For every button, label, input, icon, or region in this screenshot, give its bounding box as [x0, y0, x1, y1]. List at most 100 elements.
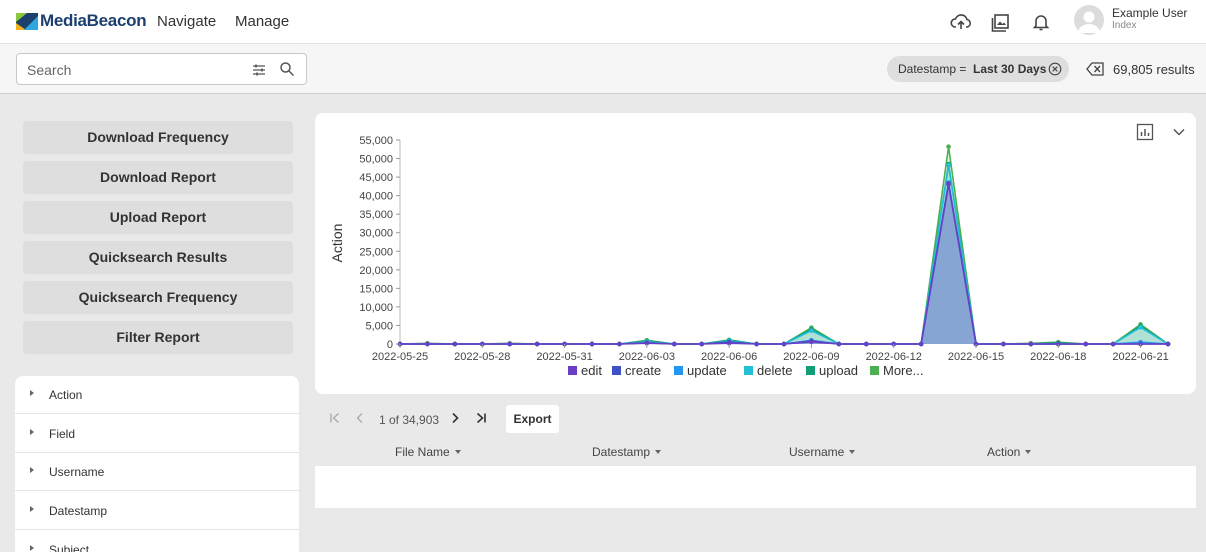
x-tick-label: 2022-06-06 [701, 351, 757, 363]
previous-page-icon[interactable] [355, 412, 365, 424]
caret-right-icon [30, 390, 34, 396]
image-gallery-icon[interactable] [991, 11, 1013, 33]
y-tick-label: 25,000 [359, 246, 393, 258]
data-point[interactable] [1110, 341, 1116, 347]
y-tick-label: 45,000 [359, 172, 393, 184]
search-box [16, 53, 307, 85]
caret-right-icon [30, 545, 34, 551]
data-point[interactable] [918, 341, 924, 347]
y-tick-label: 50,000 [359, 154, 393, 166]
data-point[interactable] [617, 341, 622, 347]
data-point[interactable] [452, 341, 458, 347]
next-page-icon[interactable] [450, 412, 460, 424]
x-tick-label: 2022-06-09 [783, 351, 839, 363]
user-avatar[interactable] [1074, 5, 1104, 35]
search-input[interactable] [27, 60, 237, 80]
caret-right-icon [30, 467, 34, 473]
series-line-create [400, 183, 1168, 345]
data-point[interactable] [589, 341, 595, 347]
data-point[interactable] [534, 341, 540, 347]
top-bar: MediaBeacon Navigate Manage Example User… [0, 0, 1206, 44]
sort-caret-icon [849, 450, 856, 454]
data-point[interactable] [836, 341, 842, 347]
legend-item[interactable]: delete [757, 363, 792, 378]
facet-subject[interactable]: Subject [15, 531, 299, 552]
data-point[interactable] [1001, 341, 1006, 347]
chip-remove-icon[interactable] [1048, 62, 1062, 76]
legend-swatch [568, 366, 577, 375]
legend-swatch [744, 366, 753, 375]
legend-swatch [674, 366, 683, 375]
series-area-upload [400, 164, 1168, 344]
app-logo[interactable]: MediaBeacon [16, 11, 147, 31]
series-line-delete [400, 165, 1169, 345]
report-download-report-button[interactable]: Download Report [23, 161, 293, 194]
first-page-icon[interactable] [329, 412, 341, 424]
legend-item[interactable]: update [687, 363, 727, 378]
notification-bell-icon[interactable] [1030, 11, 1052, 33]
y-tick-label: 35,000 [359, 209, 393, 221]
report-quicksearch-results-button[interactable]: Quicksearch Results [23, 241, 293, 274]
nav-manage[interactable]: Manage [235, 13, 289, 30]
facet-action[interactable]: Action [15, 376, 299, 414]
series-area-update [400, 182, 1168, 344]
sort-caret-icon [655, 450, 662, 454]
last-page-icon[interactable] [475, 412, 487, 424]
legend-item[interactable]: edit [581, 363, 602, 378]
nav-navigate[interactable]: Navigate [157, 13, 216, 30]
report-upload-report-button[interactable]: Upload Report [23, 201, 293, 234]
data-point[interactable] [863, 341, 869, 347]
data-point[interactable] [1028, 341, 1034, 347]
export-button[interactable]: Export [506, 405, 559, 433]
legend-item[interactable]: More... [883, 363, 923, 378]
report-quicksearch-frequency-button[interactable]: Quicksearch Frequency [23, 281, 293, 314]
data-point[interactable] [699, 341, 705, 347]
legend-swatch [870, 366, 879, 375]
action-area-chart: 0 5,000 10,000 15,000 20,000 25,000 30,000 35,0… [329, 135, 1171, 378]
column-file-name[interactable]: File Name [395, 445, 461, 459]
clear-filters-icon[interactable] [1086, 62, 1104, 76]
legend-item[interactable]: upload [819, 363, 858, 378]
cloud-upload-icon[interactable] [950, 11, 972, 33]
series-line-update [400, 182, 1169, 345]
data-point[interactable] [946, 162, 951, 168]
data-point[interactable] [1165, 341, 1171, 347]
filter-sliders-icon[interactable] [251, 62, 267, 78]
report-filter-report-button[interactable]: Filter Report [23, 321, 293, 354]
data-point[interactable] [946, 182, 951, 187]
data-point[interactable] [946, 144, 951, 149]
column-username[interactable]: Username [789, 445, 856, 459]
x-tick-label: 2022-05-25 [372, 351, 428, 363]
data-point[interactable] [809, 339, 814, 345]
data-point[interactable] [1083, 341, 1089, 347]
data-point[interactable] [671, 341, 677, 347]
series-line-upload [400, 163, 1169, 345]
data-point[interactable] [425, 341, 430, 347]
y-tick-label: 30,000 [359, 228, 393, 240]
facet-panel: Action Field Username Datestamp Subject [15, 376, 299, 552]
facet-username[interactable]: Username [15, 453, 299, 491]
column-datestamp[interactable]: Datestamp [592, 445, 662, 459]
data-point[interactable] [809, 328, 814, 333]
legend-item[interactable]: create [625, 363, 661, 378]
data-point[interactable] [1138, 325, 1143, 330]
data-point[interactable] [754, 341, 759, 347]
chart-type-icon[interactable] [1136, 123, 1154, 141]
data-point[interactable] [507, 341, 513, 347]
data-point[interactable] [781, 341, 787, 347]
facet-field[interactable]: Field [15, 415, 299, 453]
report-download-frequency-button[interactable]: Download Frequency [23, 121, 293, 154]
series-area-edit [400, 184, 1168, 344]
legend-swatch [806, 366, 815, 375]
search-icon[interactable] [279, 61, 295, 77]
facet-datestamp[interactable]: Datestamp [15, 492, 299, 530]
y-tick-label: 10,000 [359, 302, 393, 314]
chevron-down-icon[interactable] [1172, 127, 1186, 137]
user-name[interactable]: Example User [1112, 6, 1187, 20]
datestamp-filter-chip[interactable]: Datestamp = Last 30 Days [887, 56, 1069, 82]
series-area-delete [400, 165, 1168, 344]
chip-value: Last 30 Days [973, 62, 1047, 76]
column-action[interactable]: Action [987, 445, 1032, 459]
facet-label: Action [49, 388, 83, 402]
x-tick-label: 2022-05-31 [536, 351, 592, 363]
